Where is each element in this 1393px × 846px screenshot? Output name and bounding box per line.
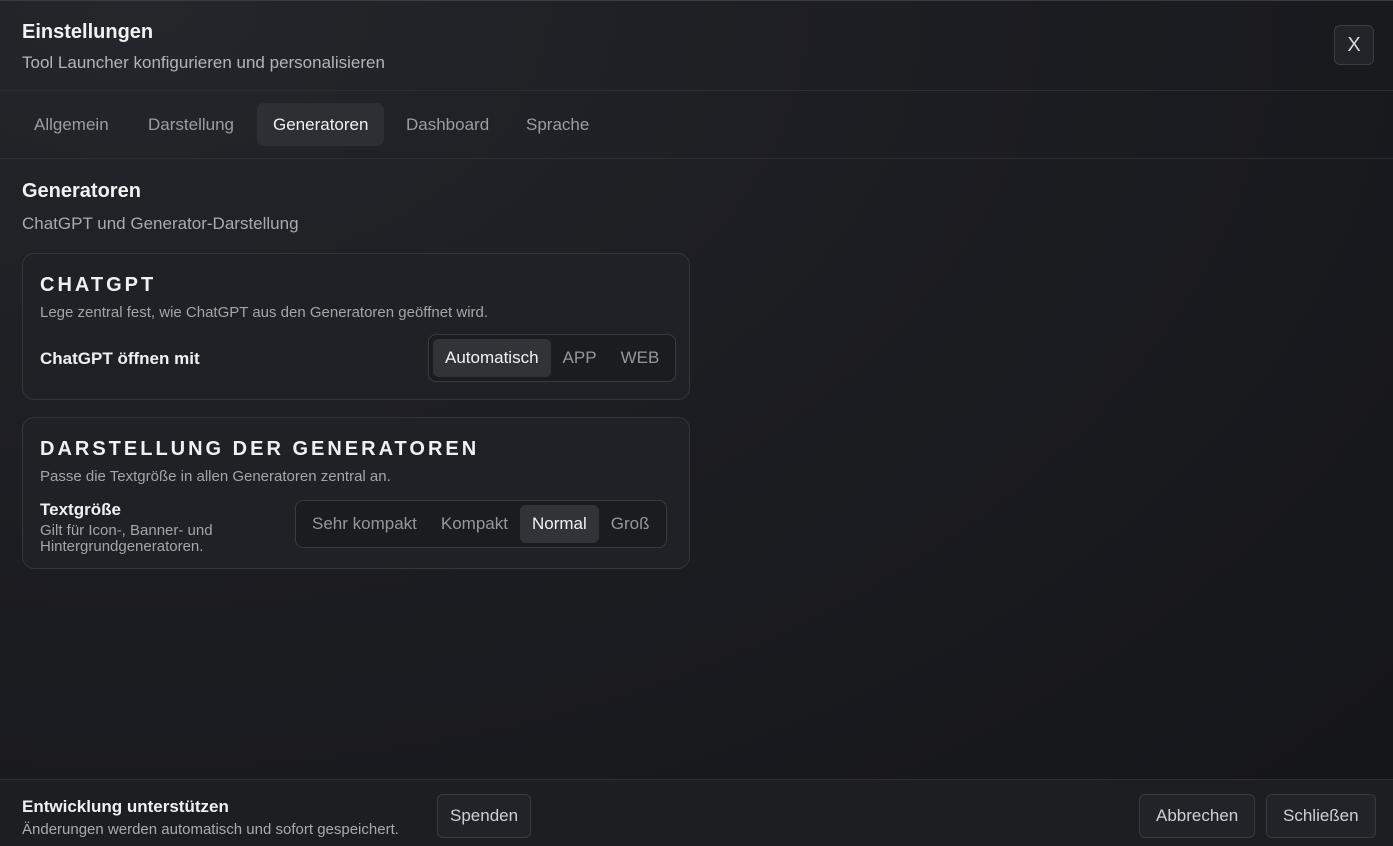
option-kompakt[interactable]: Kompakt (429, 505, 520, 543)
chatgpt-open-segmented-control: Automatisch APP WEB (428, 334, 677, 382)
text-size-label: Textgröße (40, 500, 121, 519)
donate-button[interactable]: Spenden (437, 794, 532, 838)
text-size-hint: Gilt für Icon-, Banner- und Hintergrundg… (40, 522, 213, 555)
option-normal[interactable]: Normal (519, 505, 599, 543)
card-title: CHATGPT (40, 274, 157, 296)
support-title: Entwicklung unterstützen (22, 797, 229, 816)
settings-header: Einstellungen Tool Launcher konfiguriere… (0, 1, 1393, 91)
window-subtitle: Tool Launcher konfigurieren und personal… (22, 53, 385, 72)
chatgpt-card: CHATGPT Lege zentral fest, wie ChatGPT a… (22, 253, 690, 400)
card-title: DARSTELLUNG DER GENERATOREN (40, 438, 480, 460)
tab-darstellung[interactable]: Darstellung (132, 103, 250, 146)
option-gross[interactable]: Groß (599, 505, 662, 543)
tab-sprache[interactable]: Sprache (510, 103, 605, 146)
generators-display-card: DARSTELLUNG DER GENERATOREN Passe die Te… (22, 417, 690, 569)
window-title: Einstellungen (22, 21, 154, 43)
close-icon[interactable]: X (1334, 25, 1374, 65)
text-size-segmented-control: Sehr kompakt Kompakt Normal Groß (295, 500, 667, 548)
chatgpt-open-label: ChatGPT öffnen mit (40, 349, 200, 368)
tab-bar: Allgemein Darstellung Generatoren Dashbo… (0, 91, 1393, 159)
tab-allgemein[interactable]: Allgemein (18, 103, 125, 146)
cancel-button[interactable]: Abbrechen (1139, 794, 1256, 838)
card-description: Lege zentral fest, wie ChatGPT aus den G… (40, 304, 489, 321)
option-sehr-kompakt[interactable]: Sehr kompakt (300, 505, 429, 543)
autosave-note: Änderungen werden automatisch und sofort… (22, 821, 399, 838)
tab-generatoren[interactable]: Generatoren (257, 103, 385, 146)
tab-dashboard[interactable]: Dashboard (390, 103, 505, 146)
option-web[interactable]: WEB (609, 339, 672, 377)
section-title: Generatoren (22, 180, 141, 202)
option-app[interactable]: APP (551, 339, 609, 377)
close-button[interactable]: Schließen (1266, 794, 1376, 838)
section-subtitle: ChatGPT und Generator-Darstellung (22, 214, 299, 233)
card-description: Passe die Textgröße in allen Generatoren… (40, 468, 391, 485)
option-automatisch[interactable]: Automatisch (433, 339, 551, 377)
settings-footer: Entwicklung unterstützen Änderungen werd… (0, 779, 1393, 846)
settings-window: Einstellungen Tool Launcher konfiguriere… (0, 0, 1393, 846)
